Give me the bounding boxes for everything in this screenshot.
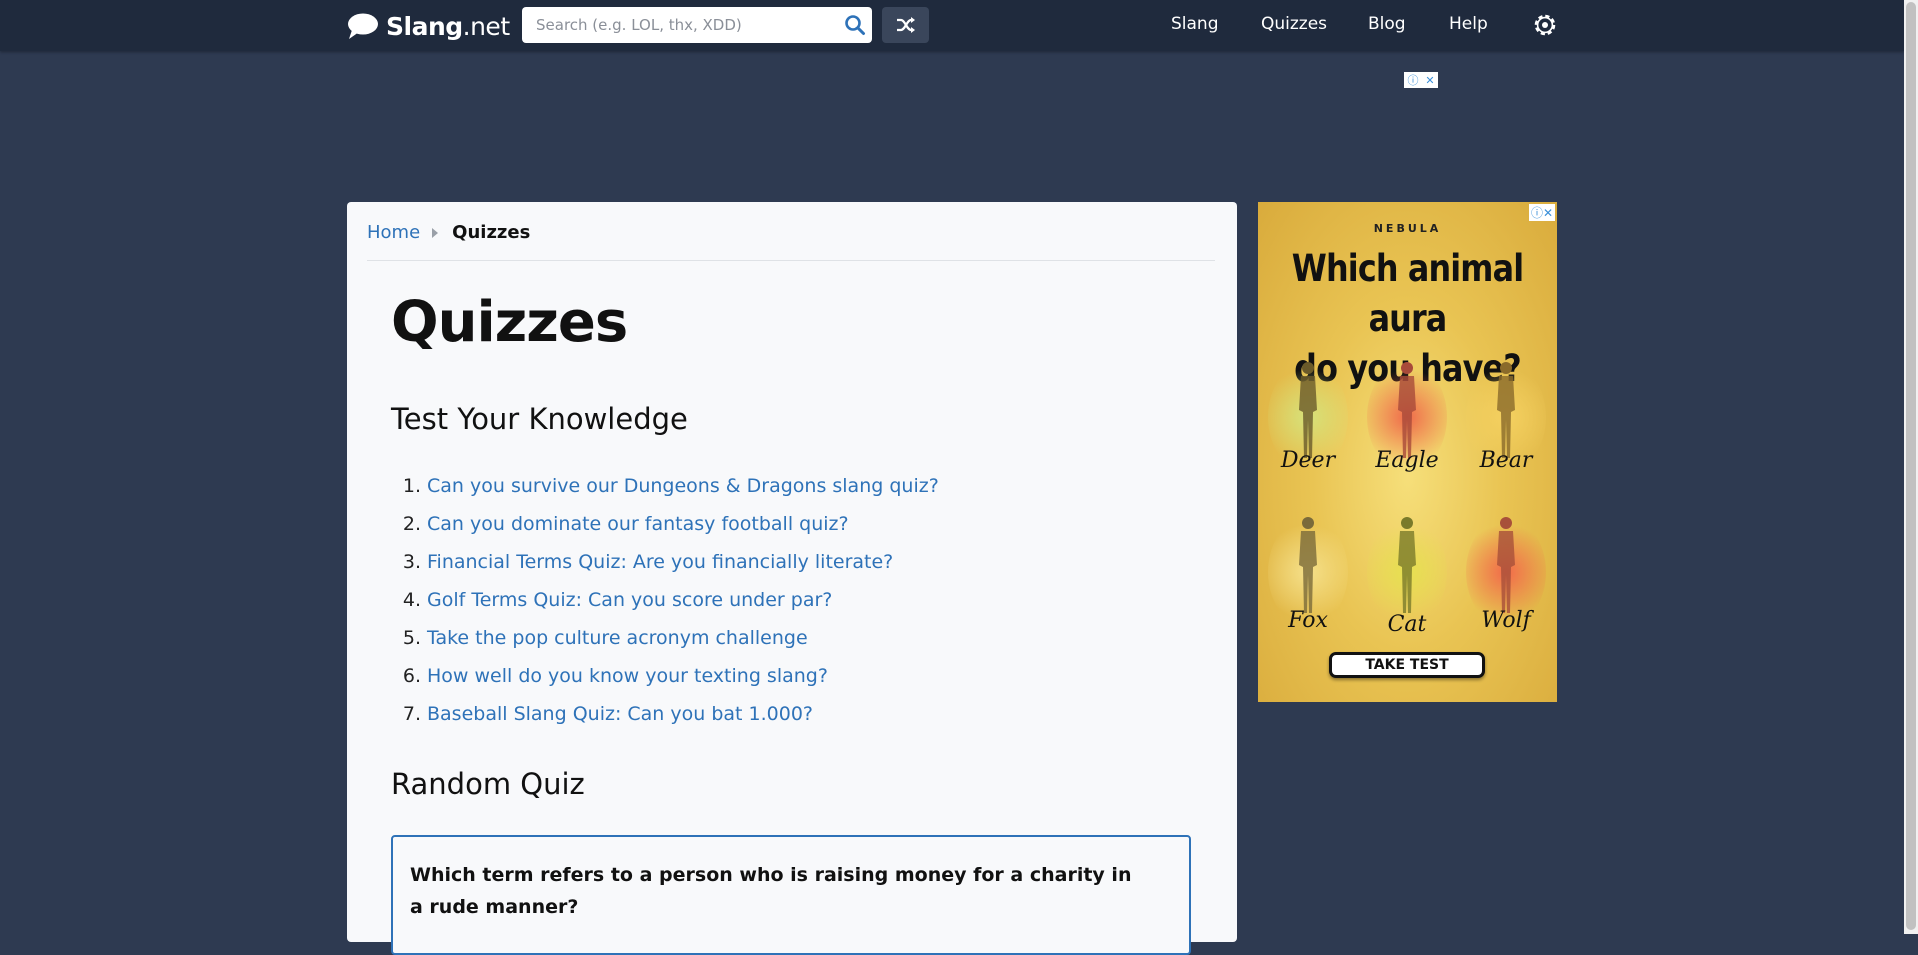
main-content-card: Home Quizzes Quizzes Test Your Knowledge…	[347, 202, 1237, 955]
list-number: 1.	[402, 475, 421, 497]
logo-text: Slang.net	[386, 11, 510, 41]
list-item: 6. How well do you know your texting slan…	[391, 657, 939, 695]
top-navbar: Slang.net Slang Quizzes Blog Help	[0, 0, 1904, 51]
random-quiz-question: Which term refers to a person who is rai…	[410, 864, 1132, 918]
aura-label: Bear	[1479, 448, 1533, 473]
random-quiz-box: Which term refers to a person who is rai…	[391, 835, 1191, 955]
quiz-link[interactable]: Baseball Slang Quiz: Can you bat 1.000?	[427, 703, 813, 725]
list-number: 3.	[402, 551, 421, 573]
page-title: Quizzes	[391, 290, 628, 355]
ad-info-icon: ⓘ	[1407, 74, 1419, 87]
nav-blog[interactable]: Blog	[1368, 14, 1406, 34]
quiz-link[interactable]: How well do you know your texting slang?	[427, 665, 828, 687]
silhouette-icon	[1398, 517, 1416, 613]
site-logo[interactable]: Slang.net	[346, 9, 510, 43]
sidebar-advertisement[interactable]: ⓘ✕ NEBULA Which animal aura do you have?…	[1258, 202, 1557, 702]
quiz-link[interactable]: Golf Terms Quiz: Can you score under par…	[427, 589, 832, 611]
quiz-link[interactable]: Can you dominate our fantasy football qu…	[427, 513, 849, 535]
search-box	[522, 7, 872, 43]
silhouette-icon	[1299, 362, 1317, 458]
aura-label: Wolf	[1481, 608, 1531, 633]
quiz-list: 1. Can you survive our Dungeons & Dragons…	[391, 467, 939, 733]
random-slang-button[interactable]	[882, 7, 929, 43]
list-item: 5. Take the pop culture acronym challenge	[391, 619, 939, 657]
shuffle-icon	[896, 17, 915, 33]
quiz-link[interactable]: Take the pop culture acronym challenge	[427, 627, 808, 649]
take-test-button[interactable]: TAKE TEST	[1329, 652, 1485, 678]
breadcrumb: Home Quizzes	[367, 222, 530, 243]
ad-headline-line: Which animal aura	[1291, 247, 1524, 340]
list-number: 5.	[402, 627, 421, 649]
silhouette-icon	[1299, 517, 1317, 613]
search-icon[interactable]	[844, 14, 866, 36]
silhouette-icon	[1398, 362, 1416, 458]
nav-help[interactable]: Help	[1449, 14, 1488, 34]
aura-label: Fox	[1288, 608, 1328, 633]
speech-bubble-icon	[348, 13, 378, 39]
list-item: 4. Golf Terms Quiz: Can you score under p…	[391, 581, 939, 619]
aura-label: Eagle	[1375, 448, 1439, 473]
list-item: 1. Can you survive our Dungeons & Dragons…	[391, 467, 939, 505]
section-title-random: Random Quiz	[391, 767, 585, 801]
list-item: 7. Baseball Slang Quiz: Can you bat 1.000…	[391, 695, 939, 733]
quiz-link[interactable]: Financial Terms Quiz: Are you financiall…	[427, 551, 893, 573]
list-item: 2. Can you dominate our fantasy football …	[391, 505, 939, 543]
list-number: 6.	[402, 665, 421, 687]
search-input[interactable]	[522, 9, 838, 41]
list-number: 4.	[402, 589, 421, 611]
ad-close-icon[interactable]: ⓘ✕	[1528, 204, 1555, 221]
list-item: 3. Financial Terms Quiz: Are you financia…	[391, 543, 939, 581]
breadcrumb-current: Quizzes	[452, 222, 531, 243]
page-scrollbar[interactable]	[1904, 0, 1918, 934]
silhouette-icon	[1497, 362, 1515, 458]
ad-brand: NEBULA	[1373, 222, 1442, 235]
silhouette-icon	[1497, 517, 1515, 613]
aura-label: Deer	[1280, 448, 1336, 473]
nav-quizzes[interactable]: Quizzes	[1261, 14, 1327, 34]
divider	[367, 260, 1215, 261]
list-number: 2.	[402, 513, 421, 535]
nav-slang[interactable]: Slang	[1171, 14, 1219, 34]
ad-close-icon: ✕	[1425, 73, 1435, 87]
breadcrumb-home[interactable]: Home	[367, 222, 420, 243]
quiz-link[interactable]: Can you survive our Dungeons & Dragons s…	[427, 475, 939, 497]
section-title-test: Test Your Knowledge	[391, 402, 688, 436]
list-number: 7.	[402, 703, 421, 725]
ad-choices-badge[interactable]: ⓘ ✕	[1404, 72, 1438, 88]
scrollbar-thumb[interactable]	[1906, 2, 1916, 930]
aura-label: Cat	[1387, 612, 1427, 637]
breadcrumb-separator-icon	[432, 227, 439, 238]
settings-gear-icon[interactable]	[1533, 13, 1557, 37]
